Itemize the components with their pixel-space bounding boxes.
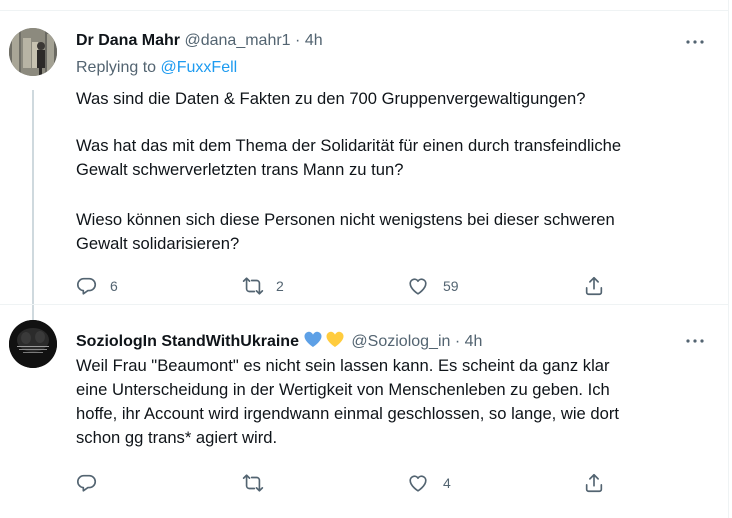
thread-line [32, 90, 34, 320]
reply-icon [77, 474, 97, 492]
more-icon [686, 339, 704, 343]
tweet1-author-name[interactable]: Dr Dana Mahr [76, 32, 180, 49]
retweet-icon [242, 474, 264, 492]
replying-to: Replying to @FuxxFell [76, 57, 237, 79]
retweet-button[interactable] [242, 471, 264, 495]
share-button[interactable] [583, 471, 605, 495]
tweet2-text-line: hoffe, ihr Account wird irgendwann einma… [76, 404, 619, 423]
tweet2-timestamp[interactable]: 4h [465, 333, 483, 350]
tweet1-text-line: Was sind die Daten & Fakten zu den 700 G… [76, 89, 586, 108]
tweet1-header: Dr Dana Mahr @dana_mahr1 · 4h [76, 30, 323, 52]
avatar[interactable] [9, 28, 57, 76]
tweet1-text-line: Gewalt schwerverletzten trans Mann zu tu… [76, 160, 404, 179]
replying-to-label: Replying to [76, 59, 157, 76]
share-icon [585, 276, 603, 296]
separator-dot: · [454, 333, 461, 350]
reply-count: 6 [110, 278, 118, 294]
heart-icon [409, 278, 427, 295]
share-button[interactable] [583, 274, 605, 298]
tweet1-text-line: Was hat das mit dem Thema der Solidaritä… [76, 136, 622, 155]
like-count: 4 [443, 475, 451, 491]
replying-to-link[interactable]: @FuxxFell [161, 59, 238, 76]
like-count: 59 [443, 278, 459, 294]
profile-image [9, 320, 57, 368]
tweet-divider [0, 304, 728, 305]
hearts-emoji [303, 329, 347, 356]
separator-dot: · [295, 32, 301, 49]
tweet2-text-line: Weil Frau "Beaumont" es nicht sein lasse… [76, 356, 610, 375]
retweet-count: 2 [276, 278, 284, 294]
retweet-icon [242, 277, 264, 295]
tweet1-text-line: Wieso können sich diese Personen nicht w… [76, 210, 615, 229]
heart-emoji-icon [304, 331, 344, 347]
reply-button[interactable]: 6 [76, 274, 118, 298]
avatar[interactable] [9, 320, 57, 368]
library-photo [9, 28, 57, 76]
right-border [728, 0, 729, 518]
reply-icon [77, 277, 97, 295]
reply-button[interactable] [76, 471, 98, 495]
tweet2-header: SoziologIn StandWithUkraine @Soziolog_in… [76, 329, 482, 356]
top-border [0, 10, 728, 11]
more-options-button[interactable] [683, 30, 707, 54]
tweet1-author-handle[interactable]: @dana_mahr1 [184, 32, 290, 49]
like-button[interactable]: 4 [407, 471, 451, 495]
more-icon [686, 40, 704, 44]
tweet2-author-handle[interactable]: @Soziolog_in [351, 333, 450, 350]
tweet2-author-name[interactable]: SoziologIn StandWithUkraine [76, 333, 299, 350]
tweet2-text-line: schon gg trans* agiert wird. [76, 428, 278, 447]
tweet1-timestamp[interactable]: 4h [305, 32, 323, 49]
retweet-button[interactable]: 2 [242, 274, 284, 298]
heart-icon [409, 475, 427, 492]
share-icon [585, 473, 603, 493]
like-button[interactable]: 59 [407, 274, 459, 298]
tweet2-text-line: eine Unterscheidung in der Wertigkeit vo… [76, 380, 610, 399]
tweet1-text-line: Gewalt solidarisieren? [76, 234, 240, 253]
more-options-button[interactable] [683, 329, 707, 353]
